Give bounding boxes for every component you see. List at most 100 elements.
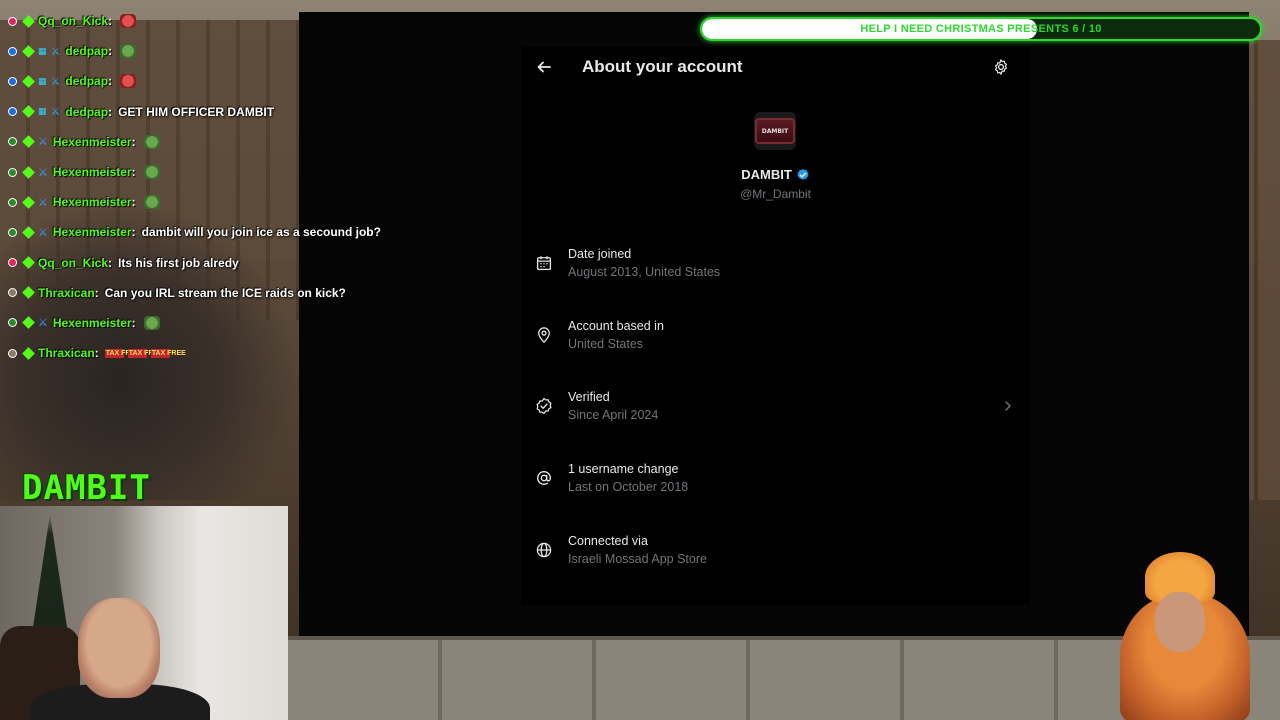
- chat-message: Thraxican: Can you IRL stream the ICE rai…: [8, 278, 368, 308]
- user-badge-icon: [8, 16, 17, 26]
- moderator-sword-icon: ⚔: [38, 136, 48, 149]
- goal-label: HELP I NEED CHRISTMAS PRESENTS 6 / 10: [860, 23, 1102, 35]
- user-badge-icon: [8, 167, 17, 177]
- gifter-badge-icon: ▦: [38, 75, 47, 86]
- chat-username[interactable]: Hexenmeister: [53, 225, 132, 239]
- subscriber-badge-icon: [22, 135, 35, 149]
- stream-goal-bar: HELP I NEED CHRISTMAS PRESENTS 6 / 10: [700, 17, 1262, 41]
- chat-message: ▦ ⚔ dedpap:: [8, 66, 368, 96]
- pepe-emote-icon: [143, 165, 160, 180]
- subscriber-badge-icon: [22, 14, 35, 28]
- moderator-sword-icon: ⚔: [38, 317, 48, 330]
- info-row-connected-via: Connected via Israeli Mossad App Store: [521, 514, 1030, 586]
- turkey-face: [1155, 592, 1205, 652]
- verified-badge-icon: [797, 168, 809, 180]
- chat-message: ▦ ⚔ dedpap: GET HIM OFFICER DAMBIT: [8, 97, 368, 127]
- chat-username[interactable]: Qq_on_Kick: [38, 256, 108, 270]
- subscriber-badge-icon: [22, 256, 35, 269]
- streamer-head: [78, 598, 160, 698]
- info-row-date-joined: Date joined August 2013, United States: [521, 227, 1030, 299]
- chat-username[interactable]: dedpap: [65, 74, 108, 88]
- user-badge-icon: [8, 318, 17, 328]
- moderator-sword-icon: ⚔: [50, 45, 61, 58]
- chat-text: dambit will you join ice as a secound jo…: [141, 225, 381, 240]
- info-value: Israeli Mossad App Store: [568, 551, 707, 566]
- chat-message: ⚔ Hexenmeister: dambit will you join ice a…: [8, 217, 381, 247]
- back-button[interactable]: [533, 56, 555, 78]
- moderator-sword-icon: ⚔: [50, 75, 61, 88]
- chat-username[interactable]: Qq_on_Kick: [38, 14, 108, 28]
- arrow-left-icon: [537, 61, 551, 73]
- subscriber-badge-icon: [22, 286, 35, 300]
- subscriber-badge-icon: [22, 75, 35, 88]
- info-row-verified[interactable]: Verified Since April 2024: [521, 370, 1030, 442]
- gifter-badge-icon: ▦: [38, 106, 47, 117]
- subscriber-badge-icon: [22, 165, 35, 179]
- settings-button[interactable]: [990, 56, 1012, 78]
- pepe-emote-icon: [143, 315, 160, 330]
- chat-message: Qq_on_Kick:: [8, 6, 368, 36]
- gear-icon: [995, 59, 1007, 75]
- info-value: August 2013, United States: [568, 264, 721, 279]
- channel-brand-logo: DAMBIT: [22, 468, 151, 508]
- chat-text: GET HIM OFFICER DAMBIT: [118, 104, 275, 119]
- chat-username[interactable]: Hexenmeister: [53, 165, 132, 179]
- info-value: Last on October 2018: [568, 479, 689, 494]
- gifter-badge-icon: ▦: [38, 45, 47, 56]
- user-badge-icon: [8, 137, 17, 147]
- user-badge-icon: [8, 76, 17, 86]
- chat-message: Thraxican: TAX FREE TAX FREE TAX FREE: [8, 338, 368, 368]
- profile-avatar[interactable]: DAMBIT: [754, 112, 796, 150]
- pepe-emote-icon: [120, 44, 137, 59]
- info-value: United States: [568, 336, 644, 351]
- chat-text: Its his first job alredy: [118, 255, 239, 270]
- user-badge-icon: [8, 227, 17, 237]
- about-account-panel: About your account DAMBIT DAMBIT @Mr_Dam…: [521, 47, 1030, 605]
- red-emote-icon: [120, 74, 137, 89]
- subscriber-badge-icon: [22, 226, 35, 239]
- chat-message: ⚔ Hexenmeister:: [8, 157, 368, 187]
- info-label: Account based in: [568, 318, 664, 333]
- calendar-icon: [535, 254, 553, 272]
- at-sign-icon: [535, 469, 553, 487]
- chat-username[interactable]: dedpap: [65, 44, 108, 58]
- user-badge-icon: [8, 197, 17, 207]
- chat-message: ⚔ Hexenmeister:: [8, 308, 368, 338]
- info-label: Verified: [568, 390, 610, 405]
- chevron-right-icon: [1005, 401, 1011, 411]
- globe-icon: [535, 541, 553, 559]
- subscriber-badge-icon: [22, 346, 35, 360]
- panel-header: About your account: [521, 47, 1030, 87]
- chat-username[interactable]: dedpap: [65, 105, 108, 119]
- verified-check-icon: [535, 397, 553, 415]
- chat-username[interactable]: Hexenmeister: [53, 195, 132, 209]
- streamer-webcam: [0, 506, 288, 720]
- chat-username[interactable]: Hexenmeister: [53, 135, 132, 149]
- chat-username[interactable]: Thraxican: [38, 346, 95, 360]
- display-name: DAMBIT: [741, 167, 792, 182]
- subscriber-badge-icon: [22, 44, 35, 58]
- chat-username[interactable]: Hexenmeister: [53, 316, 132, 330]
- subscriber-badge-icon: [22, 195, 35, 209]
- info-label: 1 username change: [568, 461, 679, 476]
- turkey-costume-person: [1100, 552, 1270, 720]
- moderator-sword-icon: ⚔: [38, 226, 48, 239]
- info-value: Since April 2024: [568, 408, 659, 423]
- red-emote-icon: [120, 14, 137, 29]
- chat-text: Can you IRL stream the ICE raids on kick…: [104, 285, 346, 300]
- page-title: About your account: [582, 57, 743, 76]
- chat-username[interactable]: Thraxican: [38, 286, 95, 300]
- tv-logo: DAMBIT: [755, 118, 795, 144]
- user-badge-icon: [8, 288, 17, 298]
- chat-message: ▦ ⚔ dedpap:: [8, 36, 368, 66]
- chat-message: ⚔ Hexenmeister:: [8, 127, 368, 157]
- info-label: Date joined: [568, 246, 632, 261]
- chat-overlay: Qq_on_Kick: ▦ ⚔ dedpap: ▦ ⚔ dedpap: ▦ ⚔ dedpap: GE…: [8, 6, 381, 368]
- tax-free-emote-icon: TAX FREE: [150, 348, 186, 358]
- subscriber-badge-icon: [22, 316, 35, 330]
- location-pin-icon: [535, 326, 553, 344]
- profile-name-row: DAMBIT: [521, 167, 1030, 182]
- info-label: Connected via: [568, 533, 648, 548]
- pepe-emote-icon: [143, 134, 160, 149]
- chat-message: Qq_on_Kick: Its his first job alredy: [8, 248, 368, 278]
